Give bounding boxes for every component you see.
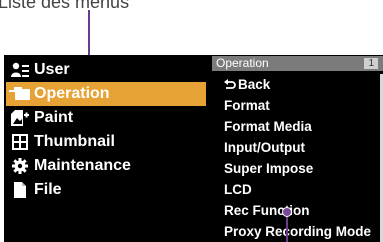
paint-icon <box>9 110 31 126</box>
menu-item-label: Thumbnail <box>34 133 115 150</box>
user-icon <box>9 62 31 78</box>
menu-item-label: File <box>34 181 62 198</box>
menu-item-file[interactable]: File <box>6 178 206 202</box>
menu-item-label: Operation <box>34 85 110 102</box>
submenu-item-format-media[interactable]: Format Media <box>224 119 312 134</box>
menu-item-maintenance[interactable]: Maintenance <box>6 154 206 178</box>
submenu-title: Operation <box>216 56 269 70</box>
submenu-panel: Operation 1 Back Format Format Media Inp… <box>212 56 383 242</box>
menu-item-operation[interactable]: Operation <box>6 82 206 106</box>
submenu-item-proxy-recording-mode[interactable]: Proxy Recording Mode <box>224 224 371 239</box>
menu-item-thumbnail[interactable]: Thumbnail <box>6 130 206 154</box>
submenu-callout-dot <box>282 207 292 217</box>
submenu-item-format[interactable]: Format <box>224 98 270 113</box>
file-icon <box>9 182 31 198</box>
back-arrow-icon <box>224 77 238 92</box>
submenu-item-input-output[interactable]: Input/Output <box>224 140 305 155</box>
menu-item-label: Maintenance <box>34 157 131 174</box>
thumbnail-icon <box>9 134 31 150</box>
menu-item-user[interactable]: User <box>6 58 206 82</box>
submenu-callout-line <box>286 214 288 242</box>
submenu-header: Operation 1 <box>212 56 383 71</box>
page-number-badge: 1 <box>364 58 378 69</box>
submenu-item-rec-function[interactable]: Rec Function <box>224 203 310 218</box>
back-item[interactable]: Back <box>224 77 270 92</box>
menu-item-paint[interactable]: Paint <box>6 106 206 130</box>
back-label: Back <box>238 77 271 92</box>
menu-item-label: User <box>34 61 70 78</box>
menu-item-label: Paint <box>34 109 74 126</box>
submenu-item-super-impose[interactable]: Super Impose <box>224 161 313 176</box>
camera-icon <box>9 86 31 102</box>
submenu-item-lcd[interactable]: LCD <box>224 182 252 197</box>
menu-list-caption: Liste des menus <box>0 0 130 12</box>
gear-icon <box>9 158 31 174</box>
